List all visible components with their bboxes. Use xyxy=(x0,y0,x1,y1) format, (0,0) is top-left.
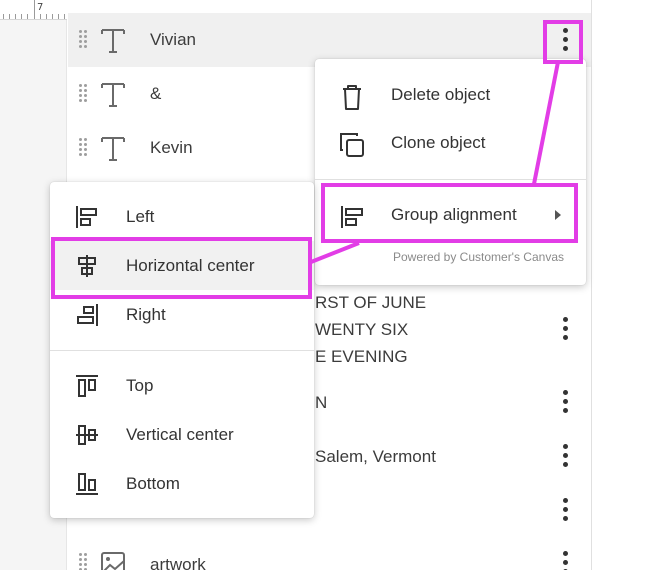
align-left-icon xyxy=(76,206,97,228)
layer-row[interactable]: artwork xyxy=(68,536,591,570)
more-options-icon[interactable] xyxy=(553,496,577,524)
layer-name: artwork xyxy=(150,555,206,570)
menu-item-label: Bottom xyxy=(126,474,180,493)
align-top-icon xyxy=(76,375,98,397)
image-icon xyxy=(101,552,125,570)
drag-handle-icon[interactable] xyxy=(79,138,87,158)
more-options-icon[interactable] xyxy=(553,442,577,470)
align-bottom-menu-item[interactable]: Bottom xyxy=(50,459,314,508)
layer-text-partial: Salem, Vermont xyxy=(315,447,436,466)
panel-divider xyxy=(591,0,592,570)
menu-divider xyxy=(50,350,314,351)
layer-name: Vivian xyxy=(150,30,196,49)
menu-item-label: Delete object xyxy=(391,85,491,104)
layer-text-partial: RST OF JUNE xyxy=(315,293,427,312)
align-vertical-center-icon xyxy=(76,425,98,445)
trash-icon xyxy=(343,85,361,110)
menu-divider xyxy=(315,179,586,180)
drag-handle-icon[interactable] xyxy=(79,553,87,570)
annotation-highlight-box xyxy=(543,20,583,64)
ruler-label: 7 xyxy=(37,2,44,13)
powered-by-text: Powered by Customer's Canvas xyxy=(392,250,564,264)
more-options-icon[interactable] xyxy=(553,388,577,416)
menu-item-label: Top xyxy=(126,376,154,395)
align-right-icon xyxy=(77,304,98,326)
align-top-menu-item[interactable]: Top xyxy=(50,361,314,410)
object-context-menu: Delete object Clone object Group alignme… xyxy=(315,59,586,285)
menu-item-label: Clone object xyxy=(391,133,486,152)
text-icon xyxy=(101,29,125,53)
copy-icon xyxy=(340,133,364,157)
layer-text-partial: N xyxy=(315,393,328,412)
annotation-highlight-box xyxy=(321,183,578,243)
layers-panel-screen: 7 Vivian & Kevin RST OF JUNE WENTY SIX E… xyxy=(0,0,658,570)
delete-object-menu-item[interactable]: Delete object xyxy=(315,70,586,118)
more-options-icon[interactable] xyxy=(553,549,577,570)
menu-item-label: Right xyxy=(126,305,166,324)
layer-name: Kevin xyxy=(150,138,193,157)
drag-handle-icon[interactable] xyxy=(79,30,87,50)
alignment-submenu: Left Horizontal center Right Top Vertica… xyxy=(50,182,314,518)
align-vertical-center-menu-item[interactable]: Vertical center xyxy=(50,410,314,459)
align-left-menu-item[interactable]: Left xyxy=(50,192,314,241)
clone-object-menu-item[interactable]: Clone object xyxy=(315,118,586,166)
ruler: 7 xyxy=(0,0,67,20)
text-icon xyxy=(101,83,125,107)
menu-item-label: Left xyxy=(126,207,155,226)
layer-text-partial: E EVENING xyxy=(315,347,408,366)
text-icon xyxy=(101,137,125,161)
layer-text-partial: WENTY SIX xyxy=(315,320,409,339)
align-bottom-icon xyxy=(76,473,98,495)
more-options-icon[interactable] xyxy=(553,315,577,343)
annotation-highlight-box xyxy=(51,237,312,299)
layer-name: & xyxy=(150,84,162,103)
menu-item-label: Vertical center xyxy=(126,425,234,444)
drag-handle-icon[interactable] xyxy=(79,84,87,104)
